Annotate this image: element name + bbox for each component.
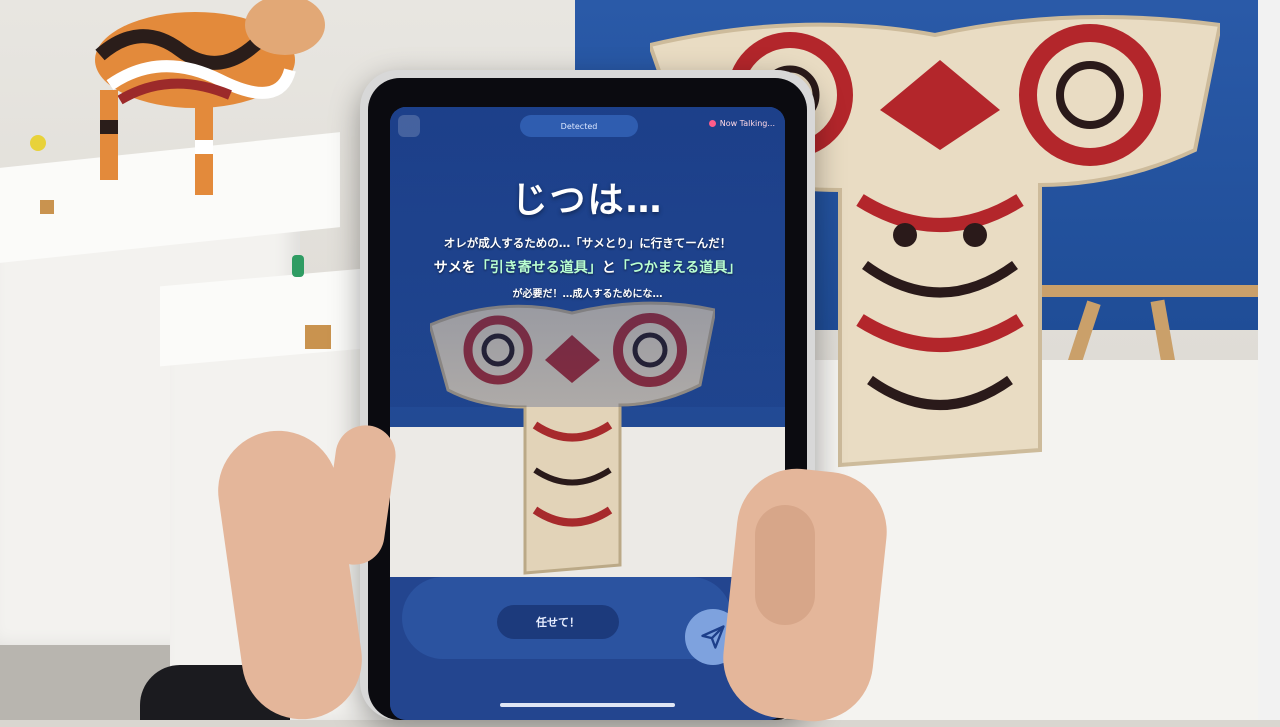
detected-status-pill: Detected	[520, 115, 638, 137]
menu-square-icon[interactable]	[398, 115, 420, 137]
dialog-headline: じつは…	[511, 180, 664, 221]
response-button[interactable]: 任せて！	[497, 605, 619, 639]
paper-plane-icon	[701, 625, 725, 649]
line2-mid: と	[601, 260, 616, 276]
detected-label: Detected	[560, 121, 598, 131]
green-figurine	[292, 255, 304, 277]
line2-highlight-b: 「つかまえる道具」	[615, 260, 742, 276]
now-talking-label: Now Talking...	[719, 119, 775, 128]
figurine-base-2	[305, 325, 331, 349]
dialog-line-3: が必要だ！…成人するためにな…	[512, 289, 663, 300]
edge-bar	[1258, 0, 1280, 720]
striped-cow-sculpture	[95, 0, 325, 195]
recording-dot-icon	[708, 120, 716, 127]
dialog-line-1: オレが成人するための…「サメとり」に行きてーんだ！	[443, 236, 732, 250]
home-indicator[interactable]	[500, 703, 675, 707]
now-talking-indicator: Now Talking...	[708, 119, 775, 128]
line2-prefix: サメを	[433, 260, 476, 276]
line2-highlight-a: 「引き寄せる道具」	[475, 260, 602, 276]
dialog-line-2: サメを「引き寄せる道具」と「つかまえる道具」	[390, 257, 785, 277]
input-area: 任せて！	[402, 577, 732, 659]
right-thumb	[755, 505, 815, 625]
yellow-flower-figurine	[30, 135, 46, 151]
figurine-base-1	[40, 200, 54, 214]
